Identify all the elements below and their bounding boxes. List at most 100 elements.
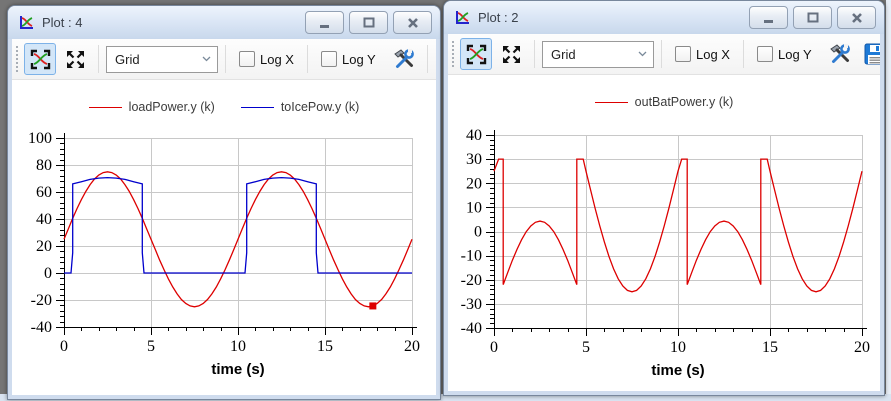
window-title: Plot : 4 (42, 15, 305, 30)
svg-text:time (s): time (s) (651, 362, 704, 379)
titlebar[interactable]: Plot : 4 (8, 6, 440, 39)
legend-line-sample (241, 107, 274, 108)
toolbar-drag-handle[interactable] (452, 41, 454, 67)
minimize-button[interactable] (749, 6, 788, 29)
svg-text:-40: -40 (31, 319, 52, 336)
plot-toolbar: Grid Log X Log Y (12, 39, 436, 80)
legend-label: loadPower.y (k) (129, 100, 215, 114)
minimize-icon (319, 17, 331, 29)
legend-line-sample (89, 107, 122, 108)
plot-icon (454, 10, 470, 26)
setup-button[interactable] (388, 43, 420, 75)
legend-label: outBatPower.y (k) (635, 95, 734, 109)
close-button[interactable] (837, 6, 876, 29)
pan-button[interactable] (59, 43, 91, 75)
titlebar[interactable]: Plot : 2 (444, 1, 884, 34)
plot-toolbar: Grid Log X Log Y (448, 34, 880, 75)
floppy-save-icon (864, 43, 880, 65)
maximize-icon (807, 12, 819, 24)
svg-text:time (s): time (s) (211, 361, 264, 378)
svg-text:20: 20 (854, 339, 870, 356)
legend-item: outBatPower.y (k) (595, 95, 734, 109)
legend: loadPower.y (k) toIcePow.y (k) (12, 80, 436, 118)
expand-arrows-icon (501, 44, 522, 65)
svg-text:0: 0 (474, 224, 482, 241)
setup-button[interactable] (824, 38, 856, 70)
checkbox-label: Log Y (342, 52, 376, 67)
chart-canvas[interactable]: 05101520-40-20020406080100time (s) (17, 118, 432, 388)
svg-text:0: 0 (44, 265, 52, 282)
svg-text:-30: -30 (461, 296, 482, 313)
fit-in-view-button[interactable] (24, 43, 56, 75)
checkbox-label: Log X (260, 52, 294, 67)
svg-text:-40: -40 (461, 320, 482, 337)
svg-text:100: 100 (28, 130, 52, 147)
save-button[interactable] (859, 38, 880, 70)
grid-combobox-value: Grid (551, 47, 576, 62)
chevron-down-icon (638, 51, 647, 57)
svg-text:0: 0 (490, 339, 498, 356)
toolbar-drag-handle[interactable] (16, 46, 18, 72)
desktop-right-strip (886, 0, 891, 401)
log-y-checkbox[interactable]: Log Y (757, 46, 812, 62)
svg-text:20: 20 (404, 338, 420, 355)
svg-text:15: 15 (762, 339, 778, 356)
svg-text:-20: -20 (31, 292, 52, 309)
checkbox-box (757, 46, 773, 62)
maximize-button[interactable] (349, 11, 388, 34)
legend-line-sample (595, 102, 628, 103)
svg-text:10: 10 (466, 199, 482, 216)
desktop: Plot : 4 (0, 0, 891, 401)
separator (534, 40, 535, 68)
window-title: Plot : 2 (478, 10, 749, 25)
fit-in-view-icon (30, 49, 51, 70)
checkbox-box (675, 46, 691, 62)
plot-icon (18, 15, 34, 31)
pan-button[interactable] (495, 38, 527, 70)
window-body: Grid Log X Log Y (448, 34, 880, 391)
close-button[interactable] (393, 11, 432, 34)
log-x-checkbox[interactable]: Log X (239, 51, 294, 67)
plot-region: outBatPower.y (k) 0 5 10 15 20 -40 -30 -20 -10 0 1… (448, 75, 880, 389)
legend: outBatPower.y (k) (448, 75, 880, 113)
checkbox-label: Log Y (778, 47, 812, 62)
minimize-button[interactable] (305, 11, 344, 34)
plot-region: loadPower.y (k) toIcePow.y (k) 0 5 10 15 20 -4… (12, 80, 436, 388)
separator (98, 45, 99, 73)
grid-combobox[interactable]: Grid (106, 46, 218, 73)
expand-arrows-icon (65, 49, 86, 70)
legend-item: toIcePow.y (k) (241, 100, 360, 114)
svg-text:30: 30 (466, 151, 482, 168)
svg-text:5: 5 (147, 338, 155, 355)
legend-item: loadPower.y (k) (89, 100, 215, 114)
log-x-checkbox[interactable]: Log X (675, 46, 730, 62)
checkbox-box (321, 51, 337, 67)
fit-in-view-icon (466, 44, 487, 65)
minimize-icon (763, 12, 775, 24)
maximize-button[interactable] (793, 6, 832, 29)
log-y-checkbox[interactable]: Log Y (321, 51, 376, 67)
svg-text:10: 10 (230, 338, 246, 355)
separator (661, 40, 662, 68)
tools-icon (829, 43, 851, 65)
grid-combobox[interactable]: Grid (542, 41, 654, 68)
svg-text:-10: -10 (461, 248, 482, 265)
separator (743, 40, 744, 68)
svg-text:5: 5 (582, 339, 590, 356)
fit-in-view-button[interactable] (460, 38, 492, 70)
svg-text:-20: -20 (461, 272, 482, 289)
svg-text:0: 0 (60, 338, 68, 355)
checkbox-box (239, 51, 255, 67)
chart-canvas[interactable]: 05101520-40-30-20-10010203040time (s) (451, 113, 877, 389)
plot-window-4: Plot : 4 (7, 5, 441, 400)
svg-text:20: 20 (36, 238, 52, 255)
close-icon (851, 12, 863, 24)
svg-text:40: 40 (466, 127, 482, 144)
legend-label: toIcePow.y (k) (281, 100, 360, 114)
maximize-icon (363, 17, 375, 29)
close-icon (407, 17, 419, 29)
separator (427, 45, 428, 73)
svg-text:80: 80 (36, 157, 52, 174)
svg-text:15: 15 (317, 338, 333, 355)
svg-text:10: 10 (670, 339, 686, 356)
